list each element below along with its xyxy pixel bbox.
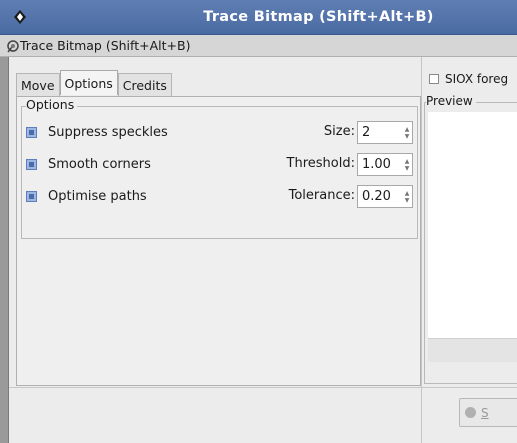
tab-options[interactable]: Options bbox=[59, 70, 118, 95]
trace-bitmap-icon bbox=[7, 40, 19, 53]
size-spin-arrows[interactable]: ▲ ▼ bbox=[402, 122, 412, 143]
tolerance-spin-arrows[interactable]: ▲ ▼ bbox=[402, 186, 412, 207]
stop-button[interactable]: S bbox=[459, 398, 517, 427]
size-label: Size: bbox=[323, 124, 355, 139]
siox-checkbox[interactable] bbox=[429, 74, 439, 84]
optimise-paths-checkbox[interactable] bbox=[26, 190, 37, 202]
window-title: Trace Bitmap (Shift+Alt+B) bbox=[203, 9, 434, 25]
tab-credits-label: Credits bbox=[122, 78, 167, 93]
preview-label: Preview bbox=[426, 94, 476, 108]
dock-tab[interactable]: Trace Bitmap (Shift+Alt+B) bbox=[0, 35, 517, 57]
smooth-corners-checkbox[interactable] bbox=[26, 158, 37, 170]
optimise-paths-label: Optimise paths bbox=[48, 188, 147, 204]
suppress-speckles-checkbox[interactable] bbox=[26, 126, 37, 138]
stop-button-label: S bbox=[481, 405, 489, 420]
threshold-label: Threshold: bbox=[286, 156, 355, 171]
tolerance-value: 0.20 bbox=[362, 189, 391, 204]
tab-credits[interactable]: Credits bbox=[117, 73, 172, 97]
dock-tab-title: Trace Bitmap (Shift+Alt+B) bbox=[20, 38, 191, 53]
tab-move-label: Move bbox=[21, 78, 55, 93]
tab-move[interactable]: Move bbox=[16, 73, 60, 97]
smooth-corners-label: Smooth corners bbox=[48, 156, 151, 172]
siox-row: SIOX foreg bbox=[429, 72, 508, 86]
bottom-separator bbox=[9, 387, 517, 388]
threshold-spinbutton[interactable]: 1.00 ▲ ▼ bbox=[357, 153, 413, 176]
options-frame-label: Options bbox=[26, 97, 78, 112]
preview-button-bar bbox=[428, 338, 517, 362]
threshold-spin-arrows[interactable]: ▲ ▼ bbox=[402, 154, 412, 175]
suppress-speckles-label: Suppress speckles bbox=[48, 124, 168, 140]
size-spinbutton[interactable]: 2 ▲ ▼ bbox=[357, 121, 413, 144]
threshold-value: 1.00 bbox=[362, 157, 391, 172]
window-titlebar[interactable]: Trace Bitmap (Shift+Alt+B) bbox=[0, 0, 517, 35]
preview-area bbox=[428, 112, 517, 338]
size-value: 2 bbox=[362, 125, 371, 140]
dock-handle[interactable] bbox=[0, 57, 9, 443]
notebook-tabs: Move Options Credits bbox=[16, 70, 172, 97]
tab-options-label: Options bbox=[64, 75, 113, 91]
siox-label: SIOX foreg bbox=[445, 72, 509, 86]
tolerance-spinbutton[interactable]: 0.20 ▲ ▼ bbox=[357, 185, 413, 208]
stop-icon bbox=[465, 407, 476, 418]
inkscape-logo-icon[interactable] bbox=[12, 9, 28, 25]
pane-separator[interactable] bbox=[421, 57, 422, 443]
tolerance-label: Tolerance: bbox=[288, 188, 355, 203]
